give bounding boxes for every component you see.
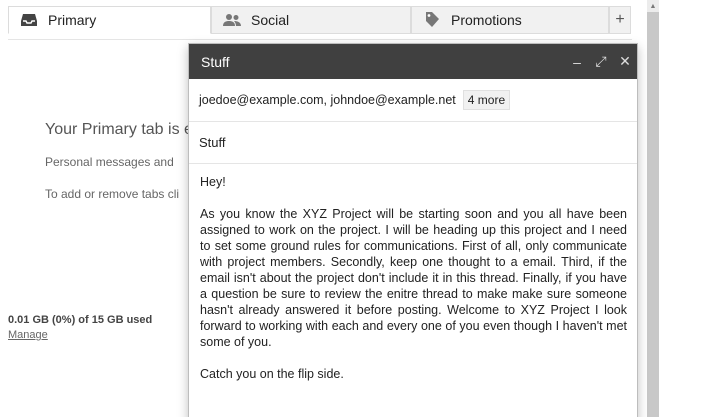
subject-value: Stuff	[199, 135, 226, 150]
body-greeting: Hey!	[200, 175, 226, 189]
body-signoff: Catch you on the flip side.	[200, 367, 344, 381]
inbox-tabs: Primary Social Promotions +	[8, 6, 632, 40]
people-icon	[223, 11, 241, 29]
add-tab-button[interactable]: +	[609, 6, 631, 34]
close-icon[interactable]: ✕	[613, 44, 637, 79]
recipients-field[interactable]: joedoe@example.com, johndoe@example.net …	[189, 79, 637, 122]
tab-promotions[interactable]: Promotions	[411, 6, 609, 34]
inbox-icon	[20, 11, 38, 29]
tag-icon	[423, 11, 441, 29]
tab-promotions-label: Promotions	[451, 12, 522, 28]
message-body[interactable]: Hey! As you know the XYZ Project will be…	[189, 164, 637, 382]
compose-window: Stuff – ⤢ ✕ joedoe@example.com, johndoe@…	[188, 43, 638, 417]
more-recipients-button[interactable]: 4 more	[462, 90, 511, 110]
manage-storage-link[interactable]: Manage	[8, 329, 48, 341]
subject-field[interactable]: Stuff	[189, 122, 637, 164]
page-scrollbar[interactable]	[647, 0, 659, 417]
scroll-up-icon[interactable]: ▲	[647, 0, 659, 12]
compose-title: Stuff	[201, 53, 230, 70]
minimize-icon[interactable]: –	[565, 44, 589, 79]
tab-divider	[8, 39, 632, 40]
expand-icon[interactable]: ⤢	[589, 44, 613, 79]
recipients-value: joedoe@example.com, johndoe@example.net	[199, 93, 456, 107]
tab-primary[interactable]: Primary	[8, 6, 211, 34]
empty-tab-heading: Your Primary tab is e	[45, 121, 193, 138]
empty-tab-tip: To add or remove tabs cli	[45, 187, 180, 201]
storage-usage: 0.01 GB (0%) of 15 GB used	[8, 314, 153, 326]
empty-tab-message: Personal messages and	[45, 155, 174, 169]
compose-header: Stuff – ⤢ ✕	[189, 44, 637, 79]
tab-primary-label: Primary	[48, 12, 97, 28]
tab-social-label: Social	[251, 12, 290, 28]
body-paragraph: As you know the XYZ Project will be star…	[200, 207, 627, 349]
tab-social[interactable]: Social	[211, 6, 411, 34]
